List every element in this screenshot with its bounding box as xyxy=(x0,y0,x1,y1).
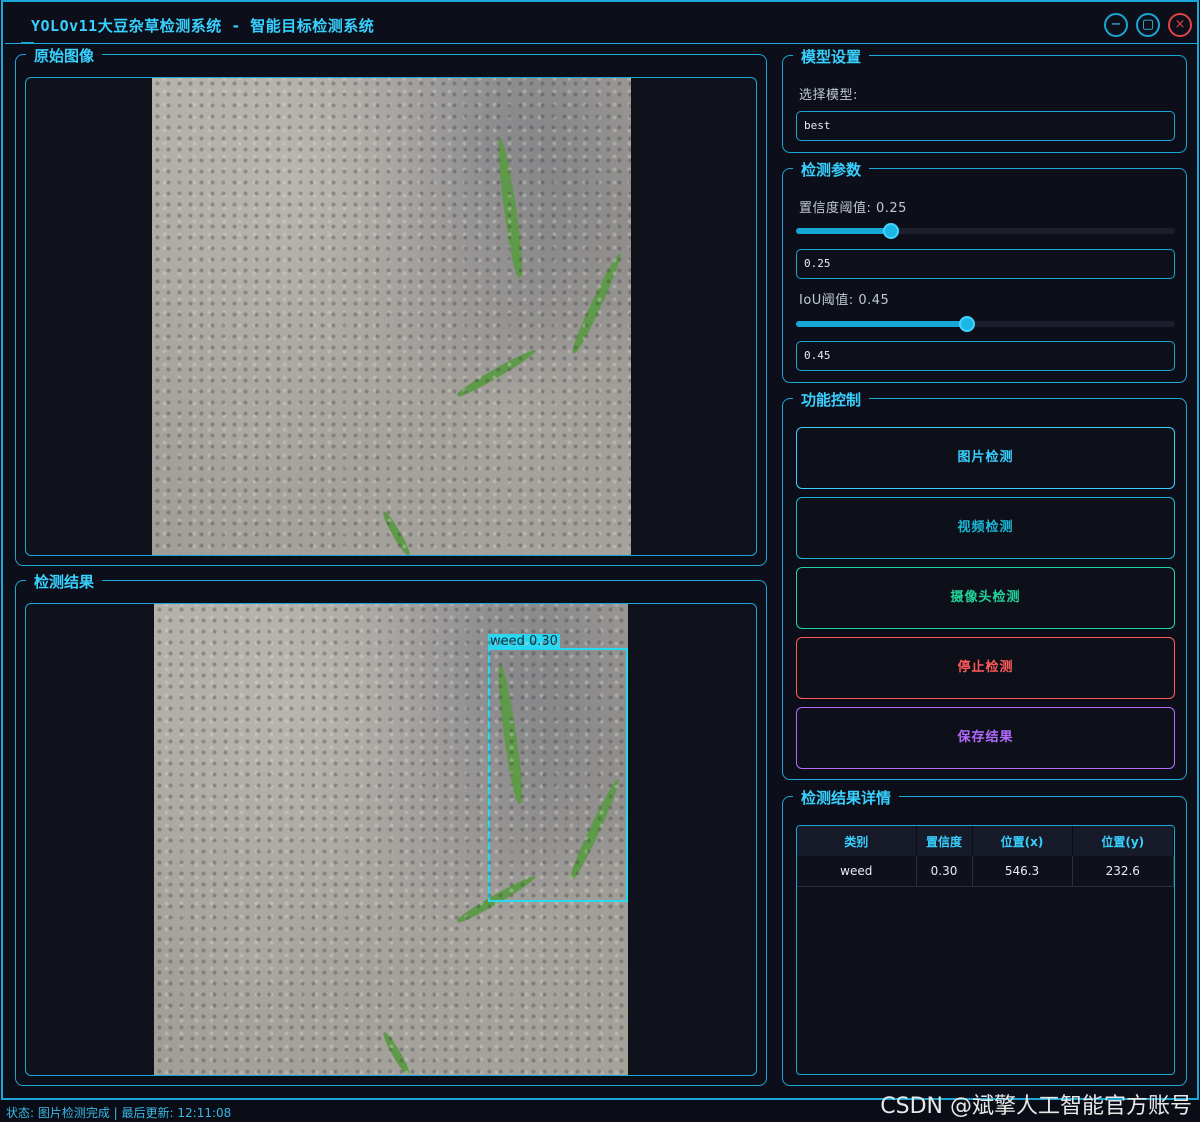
result-image-group: 检测结果 weed 0.30 xyxy=(15,571,767,1086)
cell-class: weed xyxy=(797,856,917,887)
column-header-x[interactable]: 位置(x) xyxy=(972,826,1073,856)
plant-leaf xyxy=(455,872,538,926)
select-model-label: 选择模型: xyxy=(799,88,858,103)
stop-detect-button[interactable]: 停止检测 xyxy=(796,637,1175,699)
model-select[interactable]: best xyxy=(796,111,1175,141)
window-title: YOLOv11大豆杂草检测系统 - 智能目标检测系统 xyxy=(31,17,375,35)
confidence-label: 置信度阈值: 0.25 xyxy=(799,201,907,216)
iou-slider-fill xyxy=(796,321,967,327)
results-table: 类别 置信度 位置(x) 位置(y) weed 0.30 546.3 232.6 xyxy=(797,826,1174,887)
results-detail-title: 检测结果详情 xyxy=(793,787,900,808)
detect-params-title: 检测参数 xyxy=(793,159,870,180)
column-header-y[interactable]: 位置(y) xyxy=(1072,826,1174,856)
cell-x: 546.3 xyxy=(972,856,1073,887)
model-settings-title: 模型设置 xyxy=(793,46,870,67)
plant-leaf xyxy=(567,777,623,881)
table-header-row: 类别 置信度 位置(x) 位置(y) xyxy=(797,826,1174,856)
cell-confidence: 0.30 xyxy=(916,856,973,887)
plant-leaf xyxy=(380,509,412,555)
iou-slider-handle[interactable] xyxy=(958,316,975,332)
plant-leaf xyxy=(569,251,625,355)
cell-y: 232.6 xyxy=(1072,856,1174,887)
original-image xyxy=(152,78,631,555)
confidence-slider-fill xyxy=(796,228,891,234)
column-header-confidence[interactable]: 置信度 xyxy=(916,826,973,856)
model-settings-group: 模型设置 选择模型: best xyxy=(782,46,1187,153)
result-image: weed 0.30 xyxy=(154,604,628,1075)
save-result-button[interactable]: 保存结果 xyxy=(796,707,1175,769)
iou-label: IoU阈值: 0.45 xyxy=(799,293,890,308)
confidence-slider-handle[interactable] xyxy=(882,223,899,239)
video-detect-button[interactable]: 视频检测 xyxy=(796,497,1175,559)
minimize-icon[interactable]: − xyxy=(1104,13,1128,37)
detection-box xyxy=(488,648,628,902)
results-detail-group: 检测结果详情 类别 置信度 位置(x) 位置(y) weed 0.30 546.… xyxy=(782,787,1187,1086)
title-accent xyxy=(21,42,34,44)
watermark: CSDN @斌擎人工智能官方账号 xyxy=(880,1094,1192,1119)
status-bar: 状态: 图片检测完成 | 最后更新: 12:11:08 xyxy=(6,1106,232,1120)
detect-params-group: 检测参数 置信度阈值: 0.25 0.25 IoU阈值: 0.45 0.45 xyxy=(782,159,1187,383)
original-image-title: 原始图像 xyxy=(26,45,103,66)
table-row[interactable]: weed 0.30 546.3 232.6 xyxy=(797,856,1174,887)
result-image-view: weed 0.30 xyxy=(25,603,757,1076)
original-image-view xyxy=(25,77,757,556)
image-detect-button[interactable]: 图片检测 xyxy=(796,427,1175,489)
original-image-group: 原始图像 xyxy=(15,45,767,566)
camera-detect-button[interactable]: 摄像头检测 xyxy=(796,567,1175,629)
function-control-title: 功能控制 xyxy=(793,389,870,410)
plant-leaf xyxy=(455,346,538,400)
close-icon[interactable]: × xyxy=(1168,13,1192,37)
iou-slider[interactable] xyxy=(796,316,1175,332)
function-control-group: 功能控制 图片检测 视频检测 摄像头检测 停止检测 保存结果 xyxy=(782,389,1187,780)
title-bar: YOLOv11大豆杂草检测系统 - 智能目标检测系统 − ▢ × xyxy=(5,4,1199,44)
confidence-slider[interactable] xyxy=(796,223,1175,239)
plant-leaf xyxy=(380,1030,412,1075)
column-header-class[interactable]: 类别 xyxy=(797,826,917,856)
plant-leaf xyxy=(494,137,526,279)
main-window: YOLOv11大豆杂草检测系统 - 智能目标检测系统 − ▢ × 原始图像 检测… xyxy=(1,0,1199,1100)
iou-input[interactable]: 0.45 xyxy=(796,341,1175,371)
detection-label: weed 0.30 xyxy=(488,634,560,649)
results-table-container: 类别 置信度 位置(x) 位置(y) weed 0.30 546.3 232.6 xyxy=(796,825,1175,1075)
confidence-input[interactable]: 0.25 xyxy=(796,249,1175,279)
maximize-icon[interactable]: ▢ xyxy=(1136,13,1160,37)
plant-leaf xyxy=(494,663,526,805)
result-image-title: 检测结果 xyxy=(26,571,103,592)
